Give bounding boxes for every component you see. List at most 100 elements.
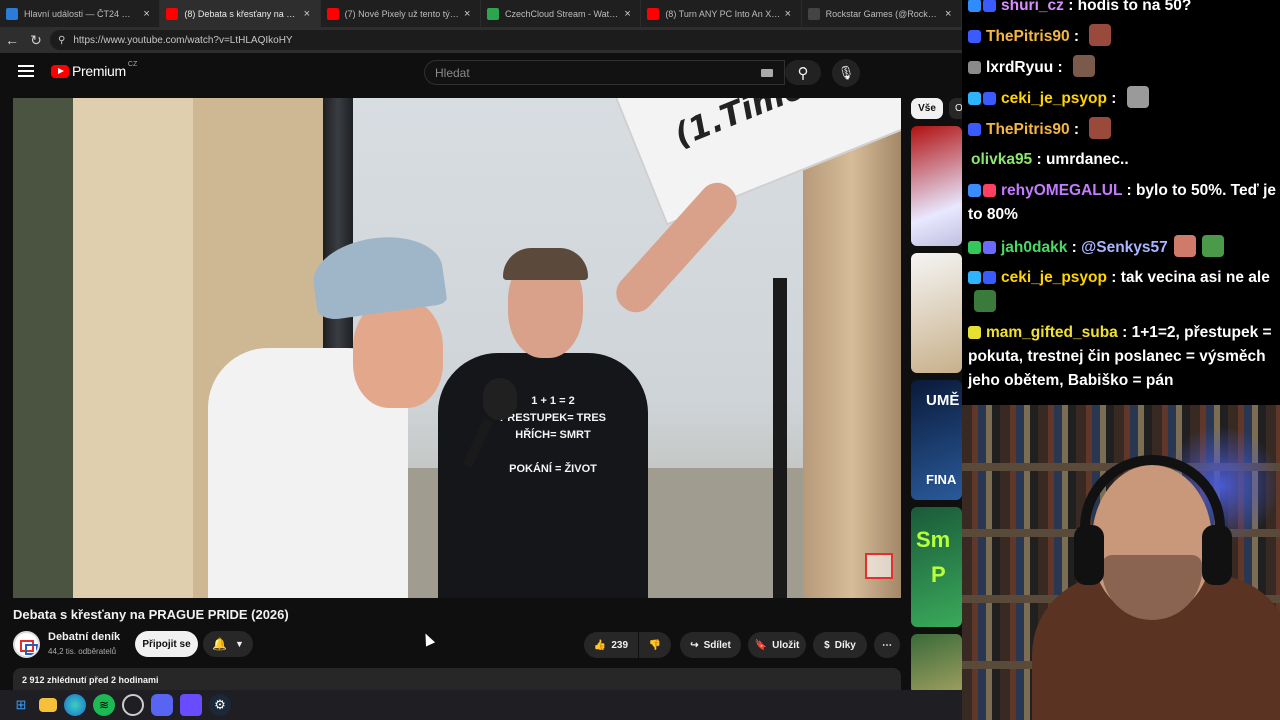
channel-avatar[interactable] xyxy=(13,631,40,658)
tab-label: (7) Nové Pixely už tento týden.. | P xyxy=(344,8,460,19)
thumb-text: P xyxy=(931,562,946,587)
chat-message: jah0dakk : @Senkys57 xyxy=(968,235,1278,260)
youtube-logo[interactable]: Premium CZ xyxy=(51,60,138,79)
browser-tab[interactable]: Hlavní události — ČT24 — Česká t× xyxy=(0,0,161,27)
chat-badge-icon xyxy=(968,30,981,43)
more-actions-button[interactable]: ⋯ xyxy=(874,632,900,658)
description-box[interactable]: 2 912 zhlédnutí před 2 hodinami xyxy=(13,668,901,690)
windows-start-icon[interactable]: ⊞ xyxy=(10,694,32,716)
logo-country: CZ xyxy=(127,60,138,68)
browser-tab[interactable]: (8) Debata s křesťany na PRAGUE × xyxy=(160,0,321,27)
share-label: Sdílet xyxy=(703,639,731,651)
chat-username[interactable]: ThePitris90 xyxy=(986,121,1070,138)
edge-icon[interactable] xyxy=(64,694,86,716)
chat-separator: : xyxy=(1063,0,1078,14)
tab-label: CzechCloud Stream - Watch Live o xyxy=(504,8,620,19)
youtube-play-icon xyxy=(51,64,69,78)
browser-tab[interactable]: (7) Nové Pixely už tento týden.. | P × xyxy=(321,0,481,27)
back-icon[interactable]: ← xyxy=(0,28,24,52)
chat-message: lxrdRyuu : xyxy=(968,55,1278,80)
tab-label: (8) Debata s křesťany na PRAGUE xyxy=(184,8,299,19)
chat-username[interactable]: rehyOMEGALUL xyxy=(1001,182,1122,199)
tab-label: (8) Turn ANY PC Into An Xbox! HU xyxy=(665,8,780,19)
save-button[interactable]: 🔖 Uložit xyxy=(748,632,806,658)
chat-username[interactable]: olivka95 xyxy=(971,151,1032,168)
chat-emote-icon xyxy=(1089,24,1112,46)
file-explorer-icon[interactable] xyxy=(39,698,57,712)
search-input[interactable]: Hledat xyxy=(424,60,785,85)
keyboard-icon[interactable] xyxy=(761,69,773,77)
spotify-icon[interactable]: ≋ xyxy=(93,694,115,716)
chat-message: ceki_je_psyop : xyxy=(968,86,1278,111)
video-microphone xyxy=(483,378,517,420)
related-thumbnail[interactable] xyxy=(911,126,962,246)
chat-badge-icon xyxy=(968,271,981,284)
url-field[interactable]: ⚲ https://www.youtube.com/watch?v=LtHLAQ… xyxy=(50,30,962,50)
chat-badge-icon xyxy=(968,61,981,74)
chip-all[interactable]: Vše xyxy=(911,98,943,119)
tab-close-icon[interactable]: × xyxy=(464,8,474,20)
search-button[interactable]: ⚲ xyxy=(785,60,821,85)
channel-watermark[interactable] xyxy=(865,553,893,579)
browser-tab[interactable]: CzechCloud Stream - Watch Live o × xyxy=(481,0,642,27)
join-button[interactable]: Připojit se xyxy=(135,631,198,657)
share-button[interactable]: ↪ Sdílet xyxy=(680,632,741,658)
browser-tab[interactable]: Rockstar Games (@RockstarGame × xyxy=(802,0,962,27)
share-icon: ↪ xyxy=(690,639,699,651)
app-grid-icon[interactable] xyxy=(180,694,202,716)
chat-username[interactable]: jah0dakk xyxy=(1001,239,1067,256)
tab-close-icon[interactable]: × xyxy=(945,8,955,20)
chip-second[interactable]: O xyxy=(949,98,962,119)
logo-text: Premium xyxy=(72,63,126,79)
channel-name[interactable]: Debatní deník xyxy=(48,631,120,643)
like-count: 239 xyxy=(611,639,629,651)
view-stats: 2 912 zhlédnutí před 2 hodinami xyxy=(22,675,159,685)
like-button[interactable]: 👍 239 xyxy=(584,632,638,658)
chat-separator: : xyxy=(1106,90,1121,107)
headphone-cup-left xyxy=(1074,525,1104,585)
chat-username[interactable]: ceki_je_psyop xyxy=(1001,269,1107,286)
chat-emote-icon xyxy=(1072,55,1095,77)
discord-icon[interactable] xyxy=(151,694,173,716)
chat-separator: : xyxy=(1117,324,1132,341)
channel-subscribers: 44,2 tis. odběratelů xyxy=(48,647,117,656)
tab-favicon-icon xyxy=(647,7,660,20)
super-thanks-icon: $ xyxy=(824,639,830,651)
steam-icon[interactable]: ⚙ xyxy=(209,694,231,716)
thumb-text: FINA xyxy=(926,472,957,487)
chat-emote-icon xyxy=(1201,235,1224,257)
tab-close-icon[interactable]: × xyxy=(624,8,634,20)
voice-search-button[interactable]: 🎙 xyxy=(832,59,860,87)
related-thumbnail[interactable] xyxy=(911,634,962,690)
chat-username[interactable]: shuri_cz xyxy=(1001,0,1064,14)
dislike-button[interactable]: 👎 xyxy=(639,632,671,658)
video-title: Debata s křesťany na PRAGUE PRIDE (2026) xyxy=(13,607,289,622)
chat-separator: : xyxy=(1106,269,1121,286)
tab-favicon-icon xyxy=(807,7,820,20)
related-thumbnail[interactable]: UMĚ FINA xyxy=(911,380,962,500)
related-thumbnail[interactable]: Sm P xyxy=(911,507,962,627)
thanks-button[interactable]: $ Díky xyxy=(813,632,867,658)
tab-close-icon[interactable]: × xyxy=(304,8,314,20)
tab-close-icon[interactable]: × xyxy=(785,8,795,20)
related-thumbnail[interactable] xyxy=(911,253,962,373)
browser-tab[interactable]: (8) Turn ANY PC Into An Xbox! HU × xyxy=(641,0,802,27)
chevron-down-icon: ▼ xyxy=(235,639,244,649)
chat-username[interactable]: mam_gifted_suba xyxy=(986,324,1118,341)
chat-username[interactable]: lxrdRyuu xyxy=(986,59,1053,76)
reload-icon[interactable]: ↻ xyxy=(24,28,48,52)
chat-text: tak vecina asi ne ale xyxy=(1120,269,1270,286)
chat-username[interactable]: ceki_je_psyop xyxy=(1001,90,1107,107)
chat-username[interactable]: ThePitris90 xyxy=(986,28,1070,45)
browser-window: Hlavní události — ČT24 — Česká t×(8) Deb… xyxy=(0,0,962,690)
chat-message: ceki_je_psyop : tak vecina asi ne ale xyxy=(968,266,1278,315)
tab-close-icon[interactable]: × xyxy=(143,8,153,20)
site-info-icon[interactable]: ⚲ xyxy=(58,35,65,46)
chat-badge-icon xyxy=(968,92,981,105)
video-player[interactable]: (1.Timote 1 + 1 = 2 PŘESTUPEK= TRES HŘÍC… xyxy=(13,98,901,598)
obs-icon[interactable] xyxy=(122,694,144,716)
subscription-bell-button[interactable]: 🔔 ▼ xyxy=(203,631,253,657)
menu-icon[interactable] xyxy=(18,65,34,77)
chat-badge-icon xyxy=(968,0,981,12)
chat-message: ThePitris90 : xyxy=(968,24,1278,49)
